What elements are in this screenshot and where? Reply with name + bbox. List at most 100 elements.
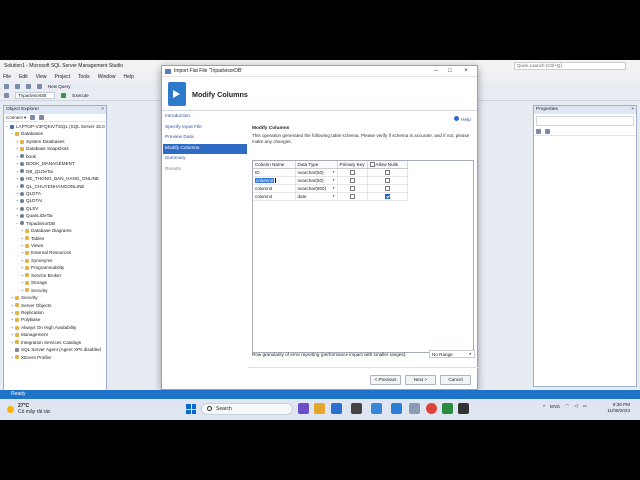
tree-node[interactable]: + QL_CHUYENHANGONLINE: [4, 183, 106, 190]
tree-node[interactable]: + Database Snapshots: [4, 145, 106, 152]
allow-nulls-checkbox[interactable]: [384, 186, 390, 192]
tree-node[interactable]: − LAPTOP-V3FQKIV7\SQL (SQL Server 15.0: [4, 123, 106, 130]
data-type-cell[interactable]: date ▾: [295, 192, 338, 201]
save-icon[interactable]: [37, 83, 42, 89]
app-icon[interactable]: [371, 403, 382, 414]
column-name-cell[interactable]: column4: [253, 192, 296, 201]
row-granularity-select[interactable]: No Range ▼: [429, 350, 475, 358]
tree-node[interactable]: + System Databases: [4, 138, 106, 145]
maximize-icon[interactable]: □: [444, 66, 456, 77]
tree-node[interactable]: + QLDTAI: [4, 197, 106, 204]
database-selector[interactable]: TripadvisorDB: [15, 92, 56, 99]
task-view-icon[interactable]: [298, 403, 309, 414]
table-row[interactable]: column4 date ▾: [253, 192, 408, 201]
weather-widget[interactable]: 27°C Có mây rải rác: [7, 403, 51, 415]
wifi-icon[interactable]: ◠: [565, 403, 569, 409]
previous-button[interactable]: < Previous: [370, 375, 401, 385]
data-type-cell[interactable]: nvarchar(800) ▾: [295, 184, 338, 193]
language-indicator[interactable]: ENG: [550, 404, 560, 409]
wizard-nav-item[interactable]: Introduction: [163, 112, 247, 123]
menu-item-view[interactable]: View: [36, 74, 47, 80]
taskbar-clock[interactable]: 9:26 PM 11/08/2023: [596, 402, 630, 414]
taskbar-search[interactable]: Search: [201, 403, 293, 415]
minimize-icon[interactable]: –: [430, 66, 442, 77]
execute-button[interactable]: Execute: [72, 93, 88, 98]
wizard-nav-item[interactable]: Modify Columns: [163, 143, 247, 154]
chevron-down-icon[interactable]: ▾: [333, 170, 335, 174]
ssms-icon[interactable]: [409, 403, 420, 414]
edge-icon[interactable]: [331, 403, 342, 414]
alphabetical-icon[interactable]: [545, 129, 550, 134]
filter-icon[interactable]: [30, 115, 36, 120]
tree-node[interactable]: + Security: [4, 287, 106, 294]
app-icon[interactable]: [442, 403, 453, 414]
tree-node[interactable]: − TripadvisorDB: [4, 220, 106, 227]
wizard-nav-item[interactable]: Specify Input File: [163, 123, 247, 134]
tree-node[interactable]: + DB_QLDeTai: [4, 168, 106, 175]
wizard-nav-item[interactable]: Preview Data: [163, 133, 247, 144]
menu-item-edit[interactable]: Edit: [19, 74, 28, 80]
new-query-button[interactable]: New Query: [48, 84, 71, 89]
tree-node[interactable]: SQL Server Agent (Agent XPs disabled: [4, 346, 106, 353]
table-row[interactable]: column3 nvarchar(800) ▾: [253, 184, 408, 193]
chevron-down-icon[interactable]: ▾: [333, 186, 335, 190]
windows-start-icon[interactable]: [186, 404, 196, 414]
chevron-down-icon[interactable]: ▾: [333, 178, 335, 182]
tree-node[interactable]: + QLDTA: [4, 190, 106, 197]
tree-node[interactable]: + XEvent Profiler: [4, 354, 106, 361]
header-allow-nulls[interactable]: Allow Nulls: [367, 161, 408, 169]
help-link[interactable]: Help: [454, 116, 471, 123]
properties-object-selector[interactable]: [536, 116, 634, 126]
cancel-button[interactable]: Cancel: [440, 375, 471, 385]
wizard-nav-item[interactable]: Results: [163, 165, 247, 176]
menu-item-file[interactable]: File: [3, 74, 11, 80]
tree-node[interactable]: + Security: [4, 294, 106, 301]
tree-node[interactable]: + Views: [4, 242, 106, 249]
column-name-cell[interactable]: ID: [253, 168, 296, 177]
allow-nulls-all-checkbox[interactable]: [369, 162, 375, 168]
execute-icon[interactable]: [61, 93, 67, 98]
tree-node[interactable]: + External Resources: [4, 249, 106, 256]
header-data-type[interactable]: Data Type: [295, 161, 338, 169]
tree-node[interactable]: + Integration Services Catalogs: [4, 339, 106, 346]
allow-nulls-checkbox[interactable]: [384, 194, 390, 200]
data-type-cell[interactable]: nvarchar(50) ▾: [295, 176, 338, 185]
table-row[interactable]: column2 nvarchar(50) ▾: [253, 176, 408, 185]
allow-nulls-checkbox[interactable]: [384, 178, 390, 184]
new-file-icon[interactable]: [26, 83, 31, 89]
categorized-icon[interactable]: [536, 129, 541, 134]
primary-key-checkbox[interactable]: [349, 194, 355, 200]
header-column-name[interactable]: Column Name: [253, 161, 296, 169]
column-name-cell[interactable]: column2: [253, 176, 296, 185]
primary-key-checkbox[interactable]: [349, 178, 355, 184]
menu-item-project[interactable]: Project: [54, 74, 70, 80]
app-icon[interactable]: [458, 403, 469, 414]
tree-node[interactable]: + QuanLiDeTai: [4, 212, 106, 219]
forward-icon[interactable]: [15, 83, 20, 89]
refresh-icon[interactable]: [39, 115, 45, 120]
close-icon[interactable]: ×: [631, 106, 634, 114]
back-icon[interactable]: [4, 83, 9, 89]
chevron-down-icon[interactable]: ▾: [333, 194, 335, 198]
primary-key-checkbox[interactable]: [349, 170, 355, 176]
tree-node[interactable]: + book: [4, 153, 106, 160]
header-primary-key[interactable]: Primary Key: [337, 161, 368, 169]
menu-item-tools[interactable]: Tools: [78, 74, 90, 80]
allow-nulls-checkbox[interactable]: [384, 170, 390, 176]
tree-node[interactable]: + PolyBase: [4, 316, 106, 323]
tree-node[interactable]: + Management: [4, 331, 106, 338]
battery-icon[interactable]: ▭: [583, 403, 587, 409]
menu-item-help[interactable]: Help: [123, 74, 133, 80]
tree-node[interactable]: + BOOK_MANAGEMENT: [4, 160, 106, 167]
primary-key-checkbox[interactable]: [349, 186, 355, 192]
store-icon[interactable]: [351, 403, 362, 414]
tree-node[interactable]: + Synonyms: [4, 257, 106, 264]
tree-node[interactable]: − Databases: [4, 130, 106, 137]
chrome-icon[interactable]: [426, 403, 437, 414]
next-button[interactable]: Next >: [405, 375, 436, 385]
object-explorer-icon[interactable]: [4, 93, 9, 98]
quick-launch-input[interactable]: Quick Launch (Ctrl+Q): [514, 62, 626, 70]
tree-node[interactable]: + Programmability: [4, 264, 106, 271]
close-icon[interactable]: ×: [101, 106, 104, 114]
vscode-icon[interactable]: [391, 403, 402, 414]
